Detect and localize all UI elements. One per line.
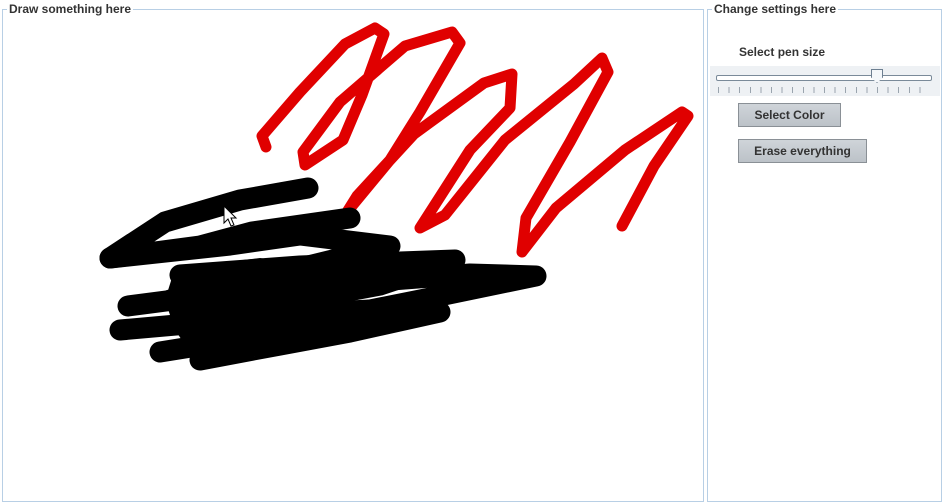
settings-panel-title: Change settings here (712, 2, 839, 16)
pen-size-label: Select pen size (739, 45, 826, 59)
draw-panel-title: Draw something here (7, 2, 134, 16)
draw-panel: Draw something here (2, 2, 704, 502)
select-color-button[interactable]: Select Color (738, 103, 841, 127)
slider-track[interactable] (716, 75, 932, 81)
slider-ticks (718, 87, 930, 93)
pen-size-slider[interactable] (710, 66, 940, 96)
erase-everything-button[interactable]: Erase everything (738, 139, 867, 163)
